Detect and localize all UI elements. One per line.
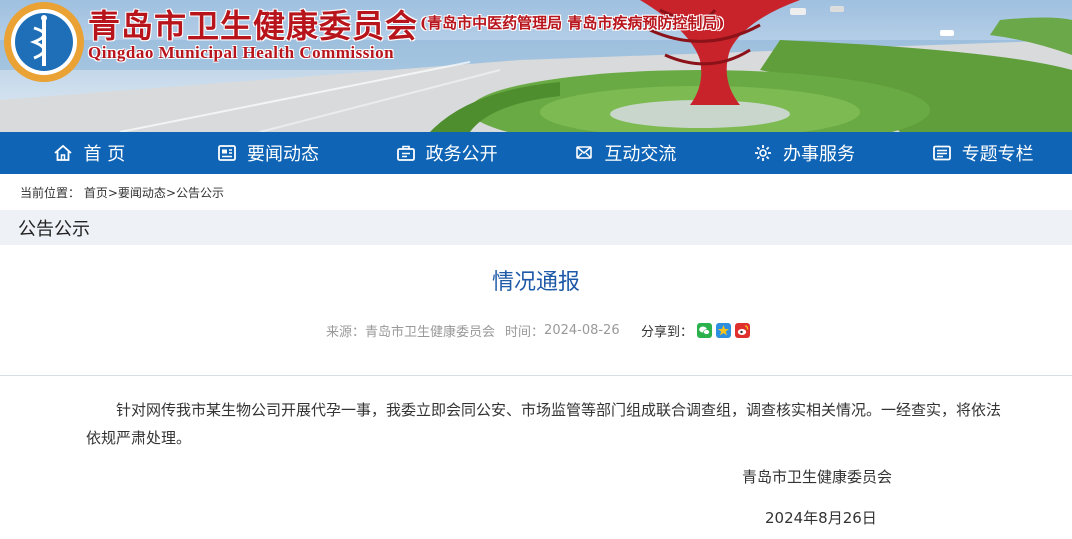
section-title: 公告公示: [18, 218, 90, 240]
header-banner: 青岛市卫生健康委员会 (青岛市中医药管理局 青岛市疾病预防控制局) Qingda…: [0, 0, 1072, 132]
article-body: 针对网传我市某生物公司开展代孕一事，我委立即会同公安、市场监管等部门组成联合调查…: [86, 401, 1002, 447]
content-divider: [0, 375, 1072, 376]
nav-item-label: 办事服务: [783, 144, 856, 165]
exchange-icon: [574, 143, 594, 163]
news-icon: [217, 143, 237, 163]
weibo-icon[interactable]: [735, 323, 751, 338]
site-title-en: Qingdao Municipal Health Commission: [88, 43, 395, 62]
nav-item-label: 首 页: [83, 144, 126, 165]
source-label: 来源：: [326, 325, 366, 340]
home-icon: [53, 143, 73, 163]
column-icon: [932, 143, 952, 163]
share-bar: 分享到：: [641, 321, 751, 340]
source-value: 青岛市卫生健康委员会: [365, 325, 496, 340]
qzone-icon[interactable]: [716, 323, 732, 338]
briefcase-icon: [396, 143, 416, 163]
nav-item-label: 专题专栏: [961, 144, 1034, 165]
commission-logo[interactable]: [2, 0, 86, 84]
time-label: 时间：: [505, 325, 545, 340]
breadcrumb-separator: >: [165, 186, 176, 200]
article-title: 情况通报: [491, 270, 580, 295]
logo-emblem-icon: [4, 2, 84, 82]
nav-item-news[interactable]: 要闻动态: [179, 132, 358, 174]
nav-item-services[interactable]: 办事服务: [715, 132, 894, 174]
breadcrumb-link-notices[interactable]: 公告公示: [176, 186, 224, 200]
breadcrumb-link-home[interactable]: 首页: [84, 186, 108, 200]
breadcrumb-separator: >: [107, 186, 118, 200]
breadcrumb: 当前位置： 首页>要闻动态>公告公示: [20, 184, 224, 201]
nav-item-label: 政务公开: [425, 144, 498, 165]
breadcrumb-prefix: 当前位置：: [20, 186, 81, 200]
article-meta: 来源： 青岛市卫生健康委员会 时间： 2024-08-26: [326, 321, 620, 340]
nav-item-label: 互动交流: [604, 144, 677, 165]
article-signature-date: 2024年8月26日: [765, 509, 877, 527]
article-signature-org: 青岛市卫生健康委员会: [742, 468, 893, 486]
site-subtitle: (青岛市中医药管理局 青岛市疾病预防控制局): [420, 14, 725, 32]
time-value: 2024-08-26: [544, 323, 620, 338]
gear-icon: [753, 143, 773, 163]
nav-item-home[interactable]: 首 页: [0, 132, 179, 174]
main-nav: 首 页 要闻动态 政务公开 互动交流 办事服务 专题专栏: [0, 132, 1072, 174]
section-header: 公告公示: [0, 210, 1072, 245]
wechat-icon[interactable]: [697, 323, 713, 338]
share-label: 分享到：: [641, 325, 694, 340]
nav-item-government-affairs[interactable]: 政务公开: [357, 132, 536, 174]
nav-item-label: 要闻动态: [247, 144, 319, 165]
nav-item-special-topics[interactable]: 专题专栏: [893, 132, 1072, 174]
breadcrumb-link-news[interactable]: 要闻动态: [118, 186, 166, 200]
nav-item-interaction[interactable]: 互动交流: [536, 132, 715, 174]
site-title: 青岛市卫生健康委员会: [88, 7, 419, 45]
